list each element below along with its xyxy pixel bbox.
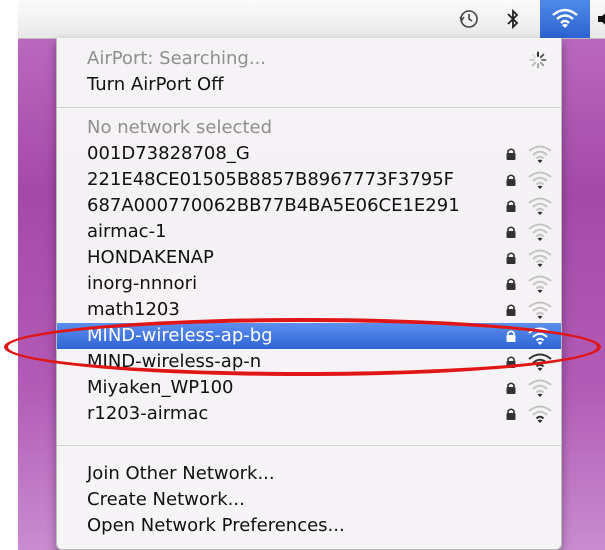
- airport-wifi-icon[interactable]: [540, 0, 590, 38]
- wifi-signal-icon: [528, 301, 552, 319]
- network-item[interactable]: HONDAKENAP: [57, 245, 561, 271]
- wifi-signal-icon: [528, 327, 552, 345]
- network-item[interactable]: r1203-airmac: [57, 401, 561, 427]
- network-name: math1203: [87, 299, 180, 320]
- wifi-signal-icon: [528, 275, 552, 293]
- lock-icon: [506, 356, 516, 368]
- airport-menu: AirPort: Searching... Turn AirPort Off N…: [56, 38, 562, 550]
- lock-icon: [506, 408, 516, 420]
- no-network-selected: No network selected: [57, 115, 561, 141]
- wifi-signal-icon: [528, 171, 552, 189]
- time-machine-icon[interactable]: [456, 6, 482, 32]
- wifi-signal-icon: [528, 223, 552, 241]
- open-network-preferences-item[interactable]: Open Network Preferences...: [57, 513, 561, 539]
- network-name: airmac-1: [87, 221, 167, 242]
- wifi-signal-icon: [528, 353, 552, 371]
- network-item[interactable]: Miyaken_WP100: [57, 375, 561, 401]
- network-item[interactable]: 001D73828708_G: [57, 141, 561, 167]
- volume-icon[interactable]: [594, 6, 605, 32]
- lock-icon: [506, 382, 516, 394]
- lock-icon: [506, 278, 516, 290]
- network-item[interactable]: 221E48CE01505B8857B8967773F3795F: [57, 167, 561, 193]
- network-item[interactable]: MIND-wireless-ap-n: [57, 349, 561, 375]
- create-network-item[interactable]: Create Network...: [57, 487, 561, 513]
- turn-airport-off-item[interactable]: Turn AirPort Off: [57, 72, 561, 98]
- open-network-preferences-label: Open Network Preferences...: [87, 515, 345, 536]
- network-name: MIND-wireless-ap-bg: [87, 325, 273, 346]
- menu-separator: [57, 107, 561, 108]
- lock-icon: [506, 304, 516, 316]
- wifi-signal-icon: [528, 405, 552, 423]
- join-other-network-label: Join Other Network...: [87, 463, 275, 484]
- create-network-label: Create Network...: [87, 489, 245, 510]
- lock-icon: [506, 330, 516, 342]
- network-name: r1203-airmac: [87, 403, 209, 424]
- lock-icon: [506, 200, 516, 212]
- network-name: HONDAKENAP: [87, 247, 214, 268]
- lock-icon: [506, 252, 516, 264]
- bluetooth-icon[interactable]: [500, 6, 526, 32]
- menu-separator: [57, 445, 561, 446]
- lock-icon: [506, 174, 516, 186]
- wifi-signal-icon: [528, 145, 552, 163]
- network-name: Miyaken_WP100: [87, 377, 234, 398]
- network-name: inorg-nnnori: [87, 273, 198, 294]
- network-item[interactable]: inorg-nnnori: [57, 271, 561, 297]
- menu-bar: [18, 0, 605, 39]
- wifi-signal-icon: [528, 379, 552, 397]
- airport-status-label: AirPort: Searching...: [87, 48, 267, 69]
- join-other-network-item[interactable]: Join Other Network...: [57, 461, 561, 487]
- lock-icon: [506, 226, 516, 238]
- lock-icon: [506, 148, 516, 160]
- wifi-signal-icon: [528, 249, 552, 267]
- network-name: MIND-wireless-ap-n: [87, 351, 262, 372]
- network-name: 221E48CE01505B8857B8967773F3795F: [87, 169, 455, 190]
- network-item[interactable]: 687A000770062BB77B4BA5E06CE1E291: [57, 193, 561, 219]
- wifi-signal-icon: [528, 197, 552, 215]
- network-item[interactable]: airmac-1: [57, 219, 561, 245]
- no-network-label: No network selected: [87, 117, 273, 138]
- turn-airport-off-label: Turn AirPort Off: [87, 74, 224, 95]
- network-name: 687A000770062BB77B4BA5E06CE1E291: [87, 195, 460, 216]
- network-name: 001D73828708_G: [87, 143, 250, 164]
- network-item[interactable]: math1203: [57, 297, 561, 323]
- spinner-icon: [529, 51, 547, 69]
- airport-status: AirPort: Searching...: [57, 46, 561, 72]
- network-item[interactable]: MIND-wireless-ap-bg: [57, 323, 561, 349]
